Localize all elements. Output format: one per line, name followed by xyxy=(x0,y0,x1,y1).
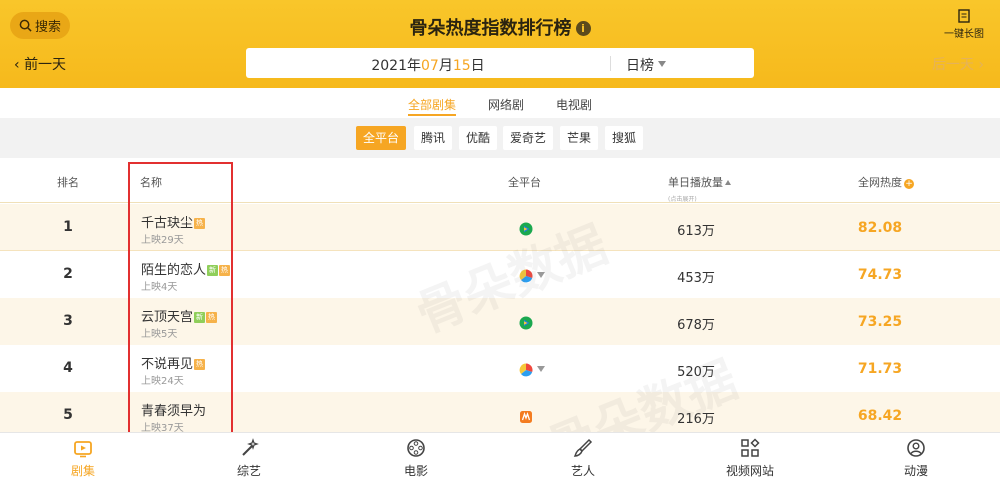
divider xyxy=(610,56,611,71)
tv-icon xyxy=(74,441,92,458)
date-month: 07 xyxy=(420,58,439,74)
chevron-left-icon: ‹ xyxy=(14,57,25,73)
header: 搜索 骨朵热度指数排行榜 i 一键长图 ‹ 前一天 2021年07月15日 日榜 … xyxy=(0,0,1000,88)
daily-plays: 453万 xyxy=(677,271,715,286)
date-selector[interactable]: 2021年07月15日 日榜 xyxy=(246,48,754,78)
heat-score: 74.73 xyxy=(857,267,903,283)
nav-movies[interactable]: 电影 xyxy=(381,437,451,479)
page-title-wrap: 骨朵热度指数排行榜 i xyxy=(0,14,1000,40)
page-title: 骨朵热度指数排行榜 xyxy=(409,18,572,39)
face-icon xyxy=(907,439,925,457)
tencent-video-icon xyxy=(519,315,533,334)
platform-tencent[interactable]: 腾讯 xyxy=(414,126,453,150)
document-icon xyxy=(958,9,970,23)
rank-number: 4 xyxy=(63,360,73,376)
sort-icon xyxy=(725,180,731,185)
nav-series-label: 剧集 xyxy=(70,464,95,478)
col-plays-note: (点击展开) xyxy=(668,196,697,203)
mango-tv-icon xyxy=(519,409,533,428)
date-year: 2021年 xyxy=(371,58,421,74)
rank-number: 3 xyxy=(63,313,73,329)
nav-video-sites-label: 视频网站 xyxy=(725,464,774,478)
tab-indicator xyxy=(408,114,456,116)
prev-day-button[interactable]: ‹ 前一天 xyxy=(14,54,66,74)
platform-filter: 全平台 腾讯 优酷 爱奇艺 芒果 搜狐 xyxy=(0,118,1000,158)
long-image-button[interactable]: 一键长图 xyxy=(940,9,988,40)
caret-down-icon[interactable] xyxy=(537,272,545,278)
period-label: 日榜 xyxy=(626,58,654,74)
chevron-right-icon: › xyxy=(973,57,984,73)
col-plays-label: 单日播放量 xyxy=(668,176,723,189)
rank-number: 5 xyxy=(63,407,73,423)
platform-youku[interactable]: 优酷 xyxy=(459,126,498,150)
plus-icon[interactable]: + xyxy=(904,179,914,189)
prev-day-label: 前一天 xyxy=(24,57,67,73)
next-day-button[interactable]: 后一天 › xyxy=(932,54,984,74)
nav-anime-label: 动漫 xyxy=(903,464,928,478)
date-month-unit: 月 xyxy=(438,58,453,74)
platform-iqiyi[interactable]: 爱奇艺 xyxy=(503,126,554,150)
col-heat-label: 全网热度 xyxy=(858,176,902,189)
col-rank-header: 排名 xyxy=(57,176,79,189)
nav-variety[interactable]: 综艺 xyxy=(214,437,284,479)
daily-plays: 216万 xyxy=(677,412,715,427)
nav-variety-label: 综艺 xyxy=(236,464,261,478)
daily-plays: 520万 xyxy=(677,365,715,380)
rank-number: 2 xyxy=(63,266,73,282)
tab-tv-series[interactable]: 电视剧 xyxy=(556,96,592,113)
platform-sohu[interactable]: 搜狐 xyxy=(605,126,644,150)
daily-plays: 613万 xyxy=(677,224,715,239)
caret-down-icon[interactable] xyxy=(537,366,545,372)
film-reel-icon xyxy=(407,439,425,457)
tab-web-series[interactable]: 网络剧 xyxy=(488,96,524,113)
date-display[interactable]: 2021年07月15日 xyxy=(246,55,610,75)
brush-icon xyxy=(573,438,593,457)
nav-video-sites[interactable]: 视频网站 xyxy=(715,437,785,479)
multi-platform-icon[interactable] xyxy=(519,268,533,287)
platform-all[interactable]: 全平台 xyxy=(356,126,407,150)
magic-wand-icon xyxy=(242,438,259,456)
caret-down-icon xyxy=(658,61,666,67)
daily-plays: 678万 xyxy=(677,318,715,333)
grid-icon xyxy=(741,438,760,457)
col-plays-header[interactable]: 单日播放量 xyxy=(668,174,731,190)
heat-score: 68.42 xyxy=(857,408,903,424)
col-platform-header: 全平台 xyxy=(508,176,541,189)
tab-all-series[interactable]: 全部剧集 xyxy=(408,96,456,113)
nav-movies-label: 电影 xyxy=(403,464,428,478)
heat-score: 71.73 xyxy=(857,361,903,377)
nav-series[interactable]: 剧集 xyxy=(48,437,118,479)
name-column-highlight xyxy=(128,162,233,437)
category-tabs: 全部剧集 网络剧 电视剧 xyxy=(0,88,1000,118)
nav-artists[interactable]: 艺人 xyxy=(548,437,618,479)
info-icon[interactable]: i xyxy=(575,21,591,36)
heat-score: 82.08 xyxy=(857,220,903,236)
date-day-unit: 日 xyxy=(470,58,485,74)
bottom-nav: 剧集 综艺 电影 艺人 视频网站 动漫 xyxy=(0,432,1000,485)
tencent-video-icon xyxy=(519,221,533,240)
next-day-label: 后一天 xyxy=(931,57,974,73)
date-day: 15 xyxy=(452,58,471,74)
platform-mango[interactable]: 芒果 xyxy=(560,126,599,150)
heat-score: 73.25 xyxy=(857,314,903,330)
multi-platform-icon[interactable] xyxy=(519,362,533,381)
nav-artists-label: 艺人 xyxy=(570,464,595,478)
long-image-label: 一键长图 xyxy=(944,29,984,40)
period-dropdown[interactable]: 日榜 xyxy=(626,55,666,75)
nav-anime[interactable]: 动漫 xyxy=(881,437,951,479)
rank-number: 1 xyxy=(63,219,73,235)
col-heat-header[interactable]: 全网热度 + xyxy=(858,174,914,190)
